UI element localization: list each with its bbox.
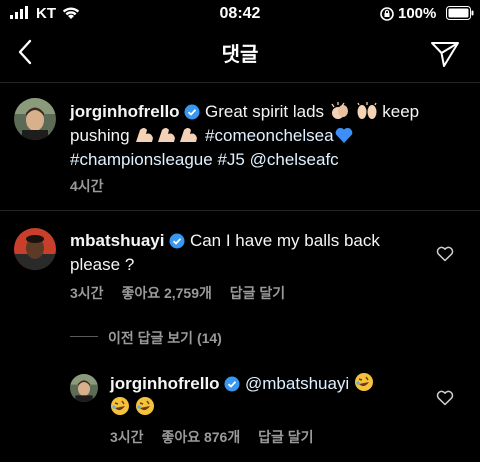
hashtag-link[interactable]: #comeonchelsea [205, 126, 334, 145]
comment-body-2: please ? [70, 255, 135, 274]
caption-username[interactable]: jorginhofrello [70, 102, 180, 121]
rotation-lock-icon [380, 7, 394, 25]
reply-button[interactable]: 답글 달기 [258, 429, 313, 445]
reply-username[interactable]: jorginhofrello [110, 374, 220, 393]
comment-body: Can I have my balls back [189, 231, 380, 250]
comment-text: mbatshuayi Can I have my balls back plea… [70, 229, 410, 277]
caption-text-3: pushing [70, 126, 130, 145]
header-divider [0, 82, 480, 83]
verified-badge-icon [184, 104, 200, 120]
avatar[interactable] [70, 374, 98, 402]
paper-plane-icon [431, 42, 459, 67]
caption-time: 4시간 [70, 178, 104, 194]
caption-text: jorginhofrello Great spirit lads keep pu… [70, 100, 470, 172]
caption-divider [0, 210, 480, 211]
reply-text: jorginhofrello @mbatshuayi [110, 372, 420, 420]
like-comment-button[interactable] [436, 246, 454, 262]
caption-text-1: Great spirit lads [205, 102, 325, 121]
clapping-hands-icon [329, 102, 351, 120]
rolling-laughing-icon [354, 372, 374, 392]
verified-badge-icon [169, 233, 185, 249]
reply-likes[interactable]: 좋아요 876개 [161, 429, 240, 445]
battery-icon [446, 6, 474, 24]
avatar[interactable] [14, 228, 56, 270]
comment-username[interactable]: mbatshuayi [70, 231, 164, 250]
mention-link[interactable]: @chelseafc [250, 150, 339, 169]
avatar[interactable] [14, 98, 56, 140]
heart-icon [436, 390, 454, 406]
reply-meta: 3시간 좋아요 876개 답글 달기 [110, 427, 328, 447]
status-bar: KT 08:42 100% [0, 0, 480, 30]
battery-percent: 100% [398, 5, 437, 22]
page-title: 댓글 [221, 44, 259, 66]
comment-likes[interactable]: 좋아요 2,759개 [121, 285, 211, 301]
flexed-biceps-icon [134, 126, 200, 144]
blue-heart-icon [334, 126, 354, 144]
hashtag-link[interactable]: #J5 [217, 150, 244, 169]
mention-link[interactable]: @mbatshuayi [245, 374, 349, 393]
raising-hands-icon [356, 102, 378, 120]
reply-time: 3시간 [110, 429, 144, 445]
comment-meta: 3시간 좋아요 2,759개 답글 달기 [70, 283, 299, 303]
caption-text-2: keep [382, 102, 420, 121]
replies-line [70, 336, 98, 337]
hashtag-link[interactable]: #championsleague [70, 150, 213, 169]
reply-button[interactable]: 답글 달기 [230, 285, 285, 301]
like-reply-button[interactable] [436, 390, 454, 406]
rolling-laughing-icon [135, 396, 155, 416]
verified-badge-icon [224, 376, 240, 392]
view-replies-button[interactable]: 이전 답글 보기 (14) [108, 328, 222, 348]
rolling-laughing-icon [110, 396, 130, 416]
comment-time: 3시간 [70, 285, 104, 301]
share-button[interactable] [430, 40, 460, 68]
heart-icon [436, 246, 454, 262]
